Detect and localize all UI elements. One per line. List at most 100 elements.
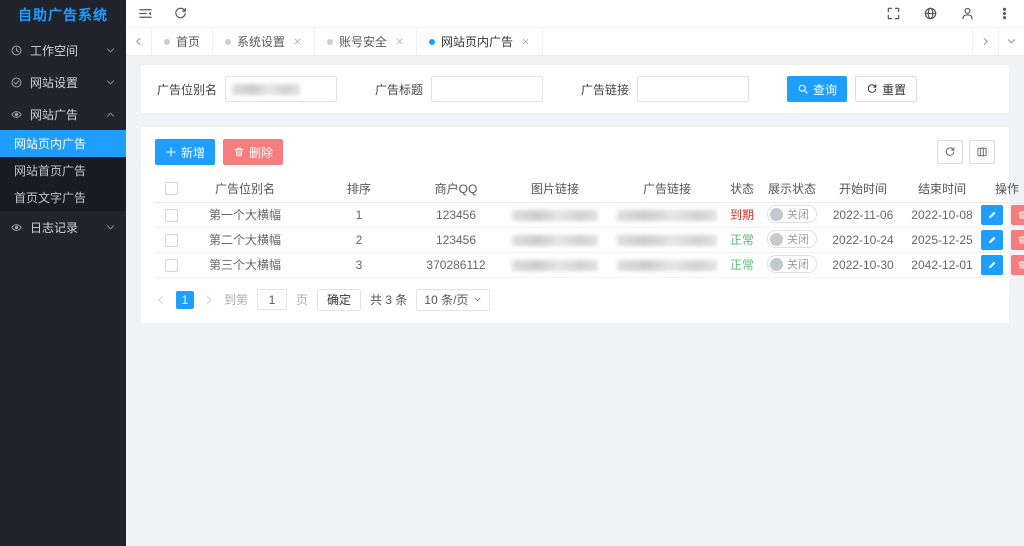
select-all-checkbox[interactable] <box>164 182 178 196</box>
sidebar-item-label: 网站设置 <box>30 75 79 90</box>
column-header: 排序 <box>303 175 415 203</box>
filter-field: 广告标题 <box>375 76 544 102</box>
sidebar-item[interactable]: 工作空间 <box>0 34 126 66</box>
toggle-knob <box>770 232 783 246</box>
status-badge: 正常 <box>729 233 754 247</box>
sidebar-subitem[interactable]: 网站首页广告 <box>0 157 126 184</box>
row-checkbox[interactable] <box>164 258 178 272</box>
reset-button-label: 重置 <box>882 82 907 97</box>
cell-end-date: 2022-10-08 <box>905 202 979 228</box>
toggle-knob <box>770 207 783 221</box>
delete-button[interactable]: 删除 <box>223 139 284 165</box>
next-page-icon[interactable] <box>203 294 215 306</box>
chevron-up-icon <box>105 109 116 120</box>
table-row: 第二个大横幅 2 123456 正常 关闭 2022-10-24 2025-12… <box>155 227 1024 253</box>
cell-qq: 123456 <box>415 202 497 228</box>
tab[interactable]: 账号安全 <box>315 28 418 55</box>
table-row: 第一个大横幅 1 123456 到期 关闭 2022-11-06 2022-10… <box>155 202 1024 228</box>
cell-qq: 370286112 <box>415 252 497 278</box>
cell-alias: 第二个大横幅 <box>187 227 303 253</box>
more-menu-icon[interactable] <box>997 6 1012 21</box>
column-header: 商户QQ <box>415 175 497 203</box>
pencil-icon <box>987 235 997 245</box>
column-header: 开始时间 <box>821 175 905 203</box>
confirm-page-button[interactable]: 确定 <box>317 288 362 311</box>
goto-suffix-label: 页 <box>296 293 309 307</box>
reset-button[interactable]: 重置 <box>855 76 918 102</box>
search-icon <box>797 83 809 95</box>
edit-row-button[interactable] <box>981 204 1004 225</box>
delete-row-button[interactable] <box>1010 204 1024 225</box>
total-count-label: 共 3 条 <box>370 293 408 307</box>
redacted-value <box>512 209 598 221</box>
redacted-value <box>617 234 717 246</box>
tab[interactable]: 网站页内广告 <box>417 28 544 55</box>
tab-status-dot <box>327 38 334 45</box>
column-header: 操作 <box>979 175 1024 203</box>
column-header: 状态 <box>721 175 763 203</box>
page-refresh-icon[interactable] <box>173 6 188 21</box>
top-header <box>126 0 1024 28</box>
trash-icon <box>1017 210 1024 220</box>
tabs-scroll-right-icon[interactable] <box>972 28 998 55</box>
redacted-value <box>617 259 717 271</box>
content-area: 广告位别名 广告标题 广告链接 查询 重置 新增 删除 广告位别名 排序 商户Q… <box>126 56 1024 546</box>
display-state-toggle[interactable]: 关闭 <box>767 205 817 224</box>
fullscreen-icon[interactable] <box>886 6 901 21</box>
display-state-toggle[interactable]: 关闭 <box>767 255 817 274</box>
page-size-select[interactable]: 10 条/页 <box>416 288 491 311</box>
filter-field-input[interactable] <box>637 76 750 102</box>
table-refresh-button[interactable] <box>937 140 963 164</box>
language-globe-icon[interactable] <box>923 6 938 21</box>
add-button[interactable]: 新增 <box>155 139 216 165</box>
prev-page-icon[interactable] <box>155 294 167 306</box>
status-badge: 正常 <box>729 258 754 272</box>
tab[interactable]: 首页 <box>152 28 214 55</box>
tab-close-icon[interactable] <box>395 37 404 46</box>
page-number-button[interactable]: 1 <box>176 290 194 309</box>
goto-page-input[interactable] <box>257 289 288 310</box>
tab[interactable]: 系统设置 <box>213 28 316 55</box>
sidebar-subitem-label: 网站页内广告 <box>14 137 87 151</box>
tab-status-dot <box>164 38 170 45</box>
sidebar-collapse-icon[interactable] <box>138 6 153 21</box>
column-header: 展示状态 <box>763 175 821 203</box>
filter-field-input[interactable] <box>225 76 338 102</box>
redacted-value <box>512 259 598 271</box>
sidebar-subitem[interactable]: 网站页内广告 <box>0 130 126 157</box>
display-state-toggle[interactable]: 关闭 <box>767 230 817 249</box>
tab-close-icon[interactable] <box>521 37 530 46</box>
sidebar-item[interactable]: 网站广告 <box>0 98 126 130</box>
reset-icon <box>866 83 878 95</box>
data-table: 广告位别名 排序 商户QQ 图片链接 广告链接 状态 展示状态 开始时间 结束时间 操作 第一个大… <box>155 175 1024 278</box>
tabs-dropdown-icon[interactable] <box>998 28 1024 55</box>
edit-row-button[interactable] <box>981 254 1004 275</box>
delete-row-button[interactable] <box>1010 229 1024 250</box>
filter-field-input[interactable] <box>431 76 544 102</box>
redacted-value <box>617 209 717 221</box>
main-area: 首页 系统设置 账号安全 网站页内广告 广告位别名 广告标题 广告链接 查询 重… <box>126 0 1024 546</box>
tab-label: 账号安全 <box>339 35 388 49</box>
chevron-down-icon <box>105 77 116 88</box>
search-button[interactable]: 查询 <box>787 76 848 102</box>
tabs-scroll-left-icon[interactable] <box>126 28 152 55</box>
user-profile-icon[interactable] <box>960 6 975 21</box>
tab-close-icon[interactable] <box>293 37 302 46</box>
delete-row-button[interactable] <box>1010 254 1024 275</box>
row-checkbox[interactable] <box>164 233 178 247</box>
sidebar-item[interactable]: 日志记录 <box>0 211 126 243</box>
column-filter-button[interactable] <box>969 140 995 164</box>
sidebar-item[interactable]: 网站设置 <box>0 66 126 98</box>
toggle-label: 关闭 <box>787 259 809 272</box>
table-body: 第一个大横幅 1 123456 到期 关闭 2022-11-06 2022-10… <box>155 202 1024 278</box>
cell-alias: 第三个大横幅 <box>187 252 303 278</box>
edit-row-button[interactable] <box>981 229 1004 250</box>
table-row: 第三个大横幅 3 370286112 正常 关闭 2022-10-30 2042… <box>155 252 1024 278</box>
table-header-row: 广告位别名 排序 商户QQ 图片链接 广告链接 状态 展示状态 开始时间 结束时间 操作 <box>155 175 1024 203</box>
sidebar-subitem[interactable]: 首页文字广告 <box>0 184 126 211</box>
row-checkbox[interactable] <box>164 208 178 222</box>
chevron-down-icon <box>105 222 116 233</box>
filter-fields: 广告位别名 广告标题 广告链接 <box>157 76 787 102</box>
search-button-label: 查询 <box>813 82 838 97</box>
redacted-value <box>512 234 598 246</box>
